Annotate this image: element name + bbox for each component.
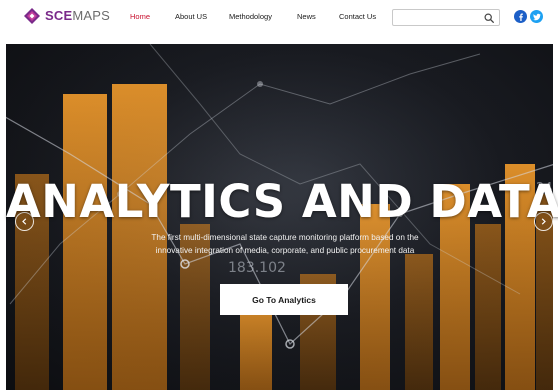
go-to-analytics-button[interactable]: Go To Analytics bbox=[220, 284, 348, 315]
hero-banner: 183.102 245 ANALYTICS AND DATA The first… bbox=[0, 44, 558, 390]
nav-item-contact-us[interactable]: Contact Us bbox=[339, 12, 376, 21]
nav-item-home[interactable]: Home bbox=[130, 12, 150, 21]
brand-name-light: MAPS bbox=[72, 8, 110, 23]
site-header: SCEMAPS Home About US Methodology News C… bbox=[0, 0, 558, 44]
nav-item-news[interactable]: News bbox=[297, 12, 316, 21]
search-input[interactable] bbox=[397, 12, 483, 24]
brand-name-bold: SCE bbox=[45, 8, 73, 23]
facebook-link[interactable] bbox=[514, 10, 527, 23]
twitter-link[interactable] bbox=[530, 10, 543, 23]
hero-subtitle: The first multi-dimensional state captur… bbox=[120, 231, 450, 257]
twitter-icon bbox=[532, 13, 541, 20]
hero-subtitle-line-1: The first multi-dimensional state captur… bbox=[151, 233, 419, 242]
nav-item-methodology[interactable]: Methodology bbox=[229, 12, 272, 21]
brand-name: SCEMAPS bbox=[45, 8, 110, 24]
hero-subtitle-line-2: innovative integration of media, corpora… bbox=[155, 246, 415, 255]
nav-item-about-us[interactable]: About US bbox=[175, 12, 207, 21]
facebook-icon bbox=[518, 13, 523, 21]
search-icon[interactable] bbox=[484, 13, 494, 23]
search-field[interactable] bbox=[392, 9, 500, 26]
brand-logo[interactable]: SCEMAPS bbox=[24, 8, 110, 24]
hero-title: ANALYTICS AND DATA bbox=[5, 175, 558, 228]
bg-figure-1: 183.102 bbox=[228, 260, 286, 276]
diamond-logo-icon bbox=[24, 8, 40, 24]
